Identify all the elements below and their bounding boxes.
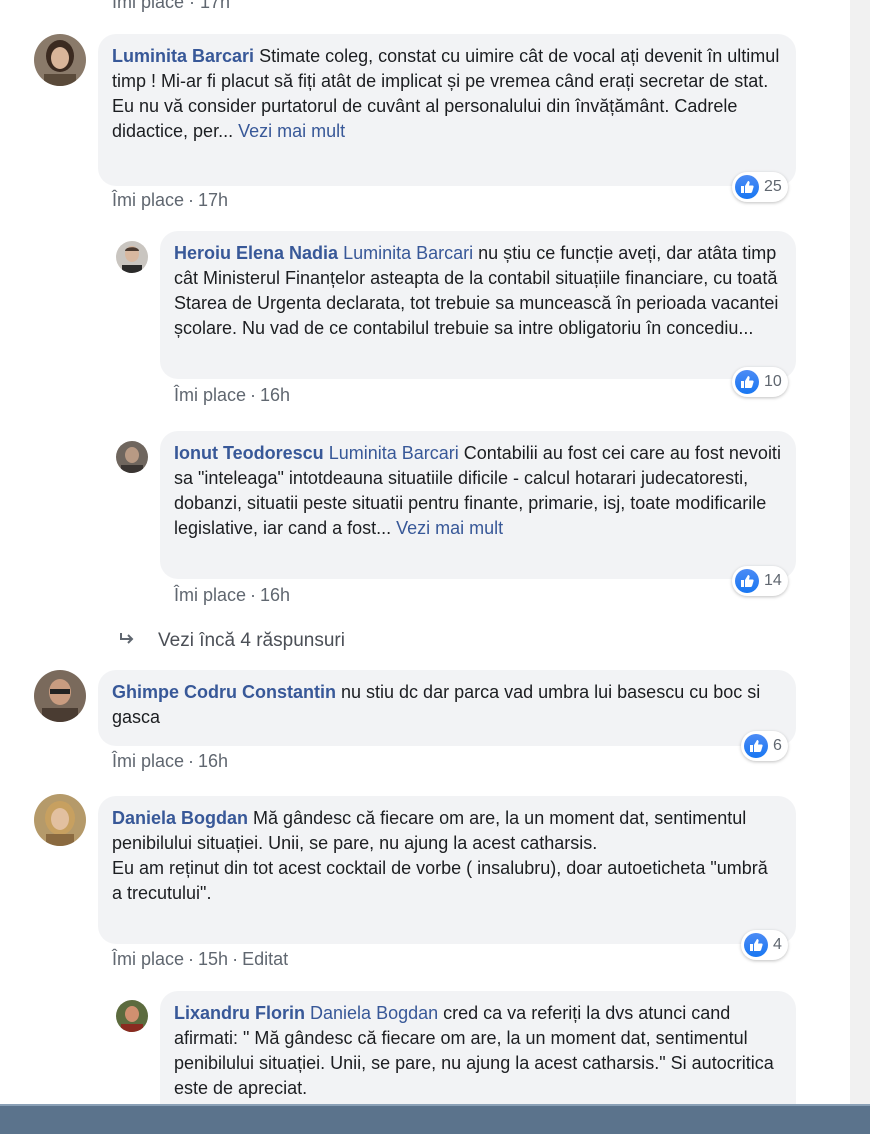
like-link[interactable]: Îmi place — [112, 949, 184, 969]
comment-meta: Îmi place · 15h · Editat — [112, 949, 289, 969]
avatar[interactable] — [116, 1000, 148, 1032]
avatar[interactable] — [116, 441, 148, 473]
comment-meta: Îmi place · 16h — [174, 385, 291, 405]
reaction-count[interactable]: 4 — [741, 930, 788, 960]
like-link[interactable]: Îmi place — [112, 751, 184, 771]
comment-bubble: Ghimpe Codru Constantin nu stiu dc dar p… — [98, 670, 796, 746]
mention-link[interactable]: Daniela Bogdan — [310, 1003, 438, 1023]
reaction-number: 14 — [764, 572, 782, 589]
avatar[interactable] — [34, 670, 86, 722]
see-more-link[interactable]: Vezi mai mult — [238, 121, 345, 141]
reaction-count[interactable]: 25 — [732, 172, 788, 202]
comment-meta: Îmi place · 16h — [174, 585, 291, 605]
mention-link[interactable]: Luminita Barcari — [329, 443, 459, 463]
comment-author[interactable]: Lixandru Florin — [174, 1003, 305, 1023]
comment-bubble: Ionut Teodorescu Luminita Barcari Contab… — [160, 431, 796, 579]
like-link[interactable]: Îmi place — [112, 190, 184, 210]
comment-time[interactable]: 16h — [198, 751, 228, 771]
taskbar — [0, 1104, 870, 1134]
comment-author[interactable]: Ionut Teodorescu — [174, 443, 324, 463]
comment-meta: Îmi place · 16h — [112, 751, 229, 771]
avatar[interactable] — [116, 241, 148, 273]
avatar[interactable] — [34, 34, 86, 86]
comment-bubble: Luminita Barcari Stimate coleg, constat … — [98, 34, 796, 186]
comment-bubble: Heroiu Elena Nadia Luminita Barcari nu ș… — [160, 231, 796, 379]
edited-label[interactable]: Editat — [242, 949, 288, 969]
comment-author[interactable]: Ghimpe Codru Constantin — [112, 682, 336, 702]
reaction-count[interactable]: 10 — [732, 367, 788, 397]
reaction-count[interactable]: 14 — [732, 566, 788, 596]
reaction-number: 10 — [764, 373, 782, 390]
scrollbar[interactable] — [850, 0, 870, 1104]
view-more-replies-link[interactable]: Vezi încă 4 răspunsuri — [118, 630, 345, 652]
comment-author[interactable]: Luminita Barcari — [112, 46, 254, 66]
comment-author[interactable]: Heroiu Elena Nadia — [174, 243, 338, 263]
like-link[interactable]: Îmi place — [174, 585, 246, 605]
mention-link[interactable]: Luminita Barcari — [343, 243, 473, 263]
reaction-number: 4 — [773, 936, 782, 953]
reaction-number: 6 — [773, 737, 782, 754]
comments-panel: Îmi place · 17h Luminita Barcari Stimate… — [0, 0, 850, 1104]
comment-author[interactable]: Daniela Bogdan — [112, 808, 248, 828]
like-icon — [735, 569, 759, 593]
avatar[interactable] — [34, 794, 86, 846]
reaction-count[interactable]: 6 — [741, 731, 788, 761]
reaction-number: 25 — [764, 178, 782, 195]
comment-time[interactable]: 16h — [260, 585, 290, 605]
like-icon — [735, 175, 759, 199]
like-icon — [744, 933, 768, 957]
like-icon — [735, 370, 759, 394]
comment-time[interactable]: 15h — [198, 949, 228, 969]
see-more-link[interactable]: Vezi mai mult — [396, 518, 503, 538]
comment-time[interactable]: 16h — [260, 385, 290, 405]
reply-arrow-icon — [118, 630, 136, 652]
comment-bubble: Daniela Bogdan Mă gândesc că fiecare om … — [98, 796, 796, 944]
like-link[interactable]: Îmi place — [174, 385, 246, 405]
comment-text-line2: Eu am reținut din tot acest cocktail de … — [112, 858, 768, 903]
like-icon — [744, 734, 768, 758]
comment-time[interactable]: 17h — [198, 190, 228, 210]
view-more-replies-label: Vezi încă 4 răspunsuri — [158, 630, 345, 651]
comment-bubble: Lixandru Florin Daniela Bogdan cred ca v… — [160, 991, 796, 1104]
previous-comment-meta: Îmi place · 17h — [112, 0, 231, 12]
comment-meta: Îmi place · 17h — [112, 190, 229, 210]
